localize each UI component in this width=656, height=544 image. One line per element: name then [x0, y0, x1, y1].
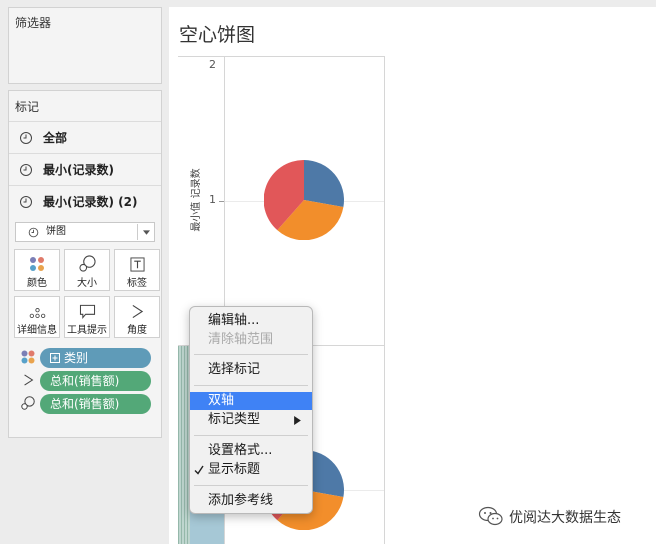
menu-item-select-marks[interactable]: 选择标记: [190, 361, 312, 379]
pie-chart-upper[interactable]: [264, 160, 344, 240]
menu-separator: [194, 385, 308, 386]
menu-item-clear-axis-range: 清除轴范围: [208, 332, 274, 347]
filters-title: 筛选器: [15, 16, 52, 30]
pill-size-sum-sales[interactable]: 总和(销售额): [40, 394, 151, 414]
menu-item-mark-type[interactable]: 标记类型: [190, 411, 312, 429]
pill-label: 总和(销售额): [50, 374, 120, 388]
axis-tick-label: 2: [209, 58, 216, 71]
size-button[interactable]: 大小: [64, 249, 110, 291]
y-axis-title[interactable]: 最小值 记录数: [187, 164, 202, 236]
angle-button-label: 角度: [127, 325, 147, 336]
label-button[interactable]: 标签: [114, 249, 160, 291]
pane-right-border: [384, 56, 385, 544]
marks-title: 标记: [15, 100, 40, 114]
color-button[interactable]: 颜色: [14, 249, 60, 291]
marks-layer-label: 全部: [43, 131, 68, 145]
axis-tick-mark: [219, 201, 224, 202]
menu-item-label: 标记类型: [208, 412, 261, 427]
marks-layer-label: 最小(记录数): [43, 163, 114, 177]
size-icon: [21, 396, 35, 410]
color-button-label: 颜色: [27, 278, 47, 289]
label-button-label: 标签: [127, 278, 147, 289]
clock-icon: [20, 131, 32, 144]
menu-item-label: 显示标题: [208, 462, 261, 477]
pill-label: 总和(销售额): [50, 397, 120, 411]
size-icon: [78, 255, 96, 272]
pill-category[interactable]: 类别: [40, 348, 151, 368]
size-button-label: 大小: [77, 278, 97, 289]
pie-slice-blue[interactable]: [304, 160, 344, 207]
mark-type-value: 饼图: [46, 226, 66, 237]
tooltip-icon: [79, 304, 95, 319]
watermark-text: 优阅达大数据生态: [509, 510, 621, 526]
detail-button[interactable]: 详细信息: [14, 296, 60, 338]
marks-layer-all[interactable]: 全部: [9, 121, 161, 153]
chevron-down-icon: [143, 230, 150, 235]
menu-separator: [194, 485, 308, 486]
axis-context-menu: 编辑轴... 清除轴范围 选择标记 双轴 标记类型 设置格式... 显示标题 添…: [189, 306, 313, 514]
menu-item-edit-axis[interactable]: 编辑轴...: [190, 312, 312, 330]
wechat-icon: [478, 506, 503, 526]
color-dots-icon: [30, 257, 44, 271]
pane-top-border: [178, 56, 385, 57]
menu-item-dual-axis[interactable]: 双轴: [190, 392, 312, 410]
color-dots-icon: [21, 350, 35, 364]
angle-button[interactable]: 角度: [114, 296, 160, 338]
expand-plus-icon: [50, 353, 60, 363]
menu-item-format[interactable]: 设置格式...: [190, 442, 312, 460]
angle-icon: [132, 304, 143, 319]
axis-tick-label: 1: [209, 193, 216, 206]
pill-angle-sum-sales[interactable]: 总和(销售额): [40, 371, 151, 391]
checkmark-icon: [194, 465, 204, 475]
submenu-arrow-icon: [294, 416, 301, 425]
clock-icon: [28, 227, 39, 238]
menu-item-add-reference-line[interactable]: 添加参考线: [190, 492, 312, 510]
clock-icon: [20, 163, 32, 176]
angle-icon: [24, 374, 34, 386]
mark-type-dropdown[interactable]: 饼图: [15, 222, 155, 242]
tooltip-button-label: 工具提示: [67, 325, 107, 336]
filters-panel[interactable]: 筛选器: [8, 7, 162, 84]
clock-icon: [20, 195, 32, 208]
menu-separator: [194, 354, 308, 355]
menu-item-show-header[interactable]: 显示标题: [190, 461, 312, 479]
view-title: 空心饼图: [179, 24, 256, 46]
marks-layer-min-records[interactable]: 最小(记录数): [9, 153, 161, 185]
detail-button-label: 详细信息: [17, 325, 57, 336]
tooltip-button[interactable]: 工具提示: [64, 296, 110, 338]
text-label-icon: [129, 257, 145, 272]
menu-separator: [194, 435, 308, 436]
pill-label: 类别: [64, 351, 89, 365]
detail-dots-icon: [29, 308, 45, 318]
marks-layer-label: 最小(记录数) (2): [43, 195, 138, 209]
marks-layer-min-records-2[interactable]: 最小(记录数) (2): [9, 185, 161, 217]
